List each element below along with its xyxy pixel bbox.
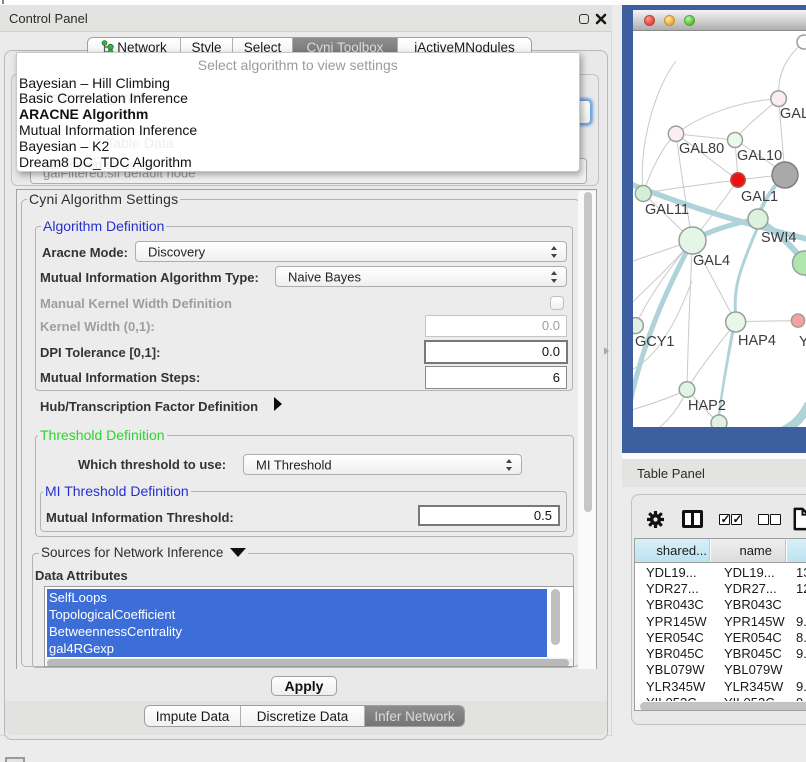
svg-text:GCY1: GCY1	[635, 334, 675, 350]
svg-text:GAL: GAL	[780, 106, 806, 122]
svg-text:GAL80: GAL80	[679, 141, 724, 157]
svg-text:GAL10: GAL10	[737, 148, 782, 164]
svg-text:HAP4: HAP4	[738, 333, 776, 349]
svg-text:GAL11: GAL11	[645, 202, 689, 218]
svg-text:GAL4: GAL4	[693, 253, 730, 269]
svg-text:GAL1: GAL1	[741, 189, 778, 205]
svg-text:SWI4: SWI4	[761, 230, 796, 246]
svg-text:Y: Y	[799, 334, 806, 350]
svg-text:HAP2: HAP2	[688, 398, 726, 414]
